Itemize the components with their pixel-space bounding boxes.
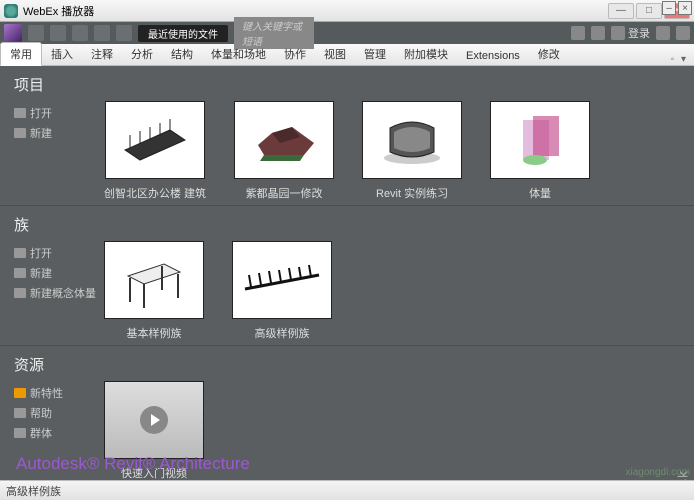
quick-access-toolbar: 最近使用的文件 键入关键字或短语 登录	[0, 22, 694, 44]
project-card[interactable]: 创智北区办公楼 建筑	[104, 101, 206, 201]
family-cards: 基本样例族 高级样例族	[104, 241, 332, 341]
tab-common[interactable]: 常用	[0, 42, 42, 66]
tab-analyze[interactable]: 分析	[122, 43, 162, 65]
project-open-link[interactable]: 打开	[14, 105, 104, 121]
resource-help-link[interactable]: 帮助	[14, 405, 104, 421]
tab-collaborate[interactable]: 协作	[275, 43, 315, 65]
project-thumb-icon	[105, 101, 205, 179]
project-cards: 创智北区办公楼 建筑 紫都晶园一修改 Revit 实例练习	[104, 101, 590, 201]
mass-new-icon	[14, 288, 26, 298]
site-watermark: xiagongdi.com	[626, 467, 690, 478]
app-icon	[4, 4, 18, 18]
card-label: 基本样例族	[127, 325, 182, 341]
section-title-projects: 项目	[14, 74, 680, 95]
tab-annotate[interactable]: 注释	[82, 43, 122, 65]
tab-manage[interactable]: 管理	[355, 43, 395, 65]
project-thumb-icon	[234, 101, 334, 179]
tab-modify[interactable]: 修改	[529, 43, 569, 65]
section-families: 族 打开 新建 新建概念体量 基本样例族 高级样例族	[0, 206, 694, 346]
outer-window-controls: – ×	[662, 1, 692, 15]
section-projects: 项目 打开 新建 创智北区办公楼 建筑 紫都晶园一修改	[0, 66, 694, 206]
community-icon	[14, 428, 26, 438]
product-branding: Autodesk® Revit® Architecture	[16, 454, 250, 474]
qat-redo-icon[interactable]	[94, 25, 110, 41]
section-title-resources: 资源	[14, 354, 680, 375]
project-new-link[interactable]: 新建	[14, 125, 104, 141]
star-icon	[14, 388, 26, 398]
help-icon[interactable]	[676, 26, 690, 40]
card-label: 体量	[529, 185, 551, 201]
project-links: 打开 新建	[14, 101, 104, 201]
file-new-icon	[14, 268, 26, 278]
family-links: 打开 新建 新建概念体量	[14, 241, 104, 341]
maximize-button[interactable]: □	[636, 3, 662, 19]
family-card[interactable]: 基本样例族	[104, 241, 204, 341]
qat-save-icon[interactable]	[50, 25, 66, 41]
qat-undo-icon[interactable]	[72, 25, 88, 41]
tab-insert[interactable]: 插入	[42, 43, 82, 65]
outer-minimize-icon[interactable]: –	[662, 1, 676, 15]
window-title: WebEx 播放器	[23, 3, 94, 19]
family-new-link[interactable]: 新建	[14, 265, 104, 281]
card-label: 紫都晶园一修改	[246, 185, 323, 201]
project-card[interactable]: 体量	[490, 101, 590, 201]
resource-whatsnew-link[interactable]: 新特性	[14, 385, 104, 401]
tab-structure[interactable]: 结构	[162, 43, 202, 65]
status-bar: 高级样例族	[0, 480, 694, 500]
minimize-button[interactable]: —	[608, 3, 634, 19]
help-icon	[14, 408, 26, 418]
family-thumb-icon	[232, 241, 332, 319]
project-card[interactable]: Revit 实例练习	[362, 101, 462, 201]
tab-addins[interactable]: 附加模块	[395, 43, 457, 65]
ribbon-expand-icon[interactable]: ◦ ▾	[671, 54, 694, 65]
section-title-families: 族	[14, 214, 680, 235]
project-card[interactable]: 紫都晶园一修改	[234, 101, 334, 201]
tab-massing[interactable]: 体量和场地	[202, 43, 275, 65]
login-label: 登录	[628, 25, 650, 41]
status-text: 高级样例族	[6, 486, 61, 498]
file-new-icon	[14, 128, 26, 138]
family-thumb-icon	[104, 241, 204, 319]
family-open-link[interactable]: 打开	[14, 245, 104, 261]
video-thumb-icon	[104, 381, 204, 459]
tab-view[interactable]: 视图	[315, 43, 355, 65]
revit-app-icon[interactable]	[4, 24, 22, 42]
resource-community-link[interactable]: 群体	[14, 425, 104, 441]
subscription-icon[interactable]	[571, 26, 585, 40]
outer-close-icon[interactable]: ×	[678, 1, 692, 15]
folder-open-icon	[14, 108, 26, 118]
project-thumb-icon	[362, 101, 462, 179]
user-icon	[611, 26, 625, 40]
family-card[interactable]: 高级样例族	[232, 241, 332, 341]
favorites-icon[interactable]	[591, 26, 605, 40]
ribbon-tabs: 常用 插入 注释 分析 结构 体量和场地 协作 视图 管理 附加模块 Exten…	[0, 44, 694, 66]
folder-open-icon	[14, 248, 26, 258]
start-page: 项目 打开 新建 创智北区办公楼 建筑 紫都晶园一修改	[0, 66, 694, 480]
card-label: 高级样例族	[255, 325, 310, 341]
qat-open-icon[interactable]	[28, 25, 44, 41]
recent-files-dropdown[interactable]: 最近使用的文件	[138, 25, 228, 42]
titlebar: WebEx 播放器 — □ ×	[0, 0, 694, 22]
exchange-icon[interactable]	[656, 26, 670, 40]
card-label: Revit 实例练习	[376, 185, 448, 201]
play-icon	[140, 406, 168, 434]
family-new-mass-link[interactable]: 新建概念体量	[14, 285, 104, 301]
project-thumb-icon	[490, 101, 590, 179]
tab-extensions[interactable]: Extensions	[457, 47, 529, 65]
qat-print-icon[interactable]	[116, 25, 132, 41]
login-button[interactable]: 登录	[611, 25, 650, 41]
card-label: 创智北区办公楼 建筑	[104, 185, 206, 201]
